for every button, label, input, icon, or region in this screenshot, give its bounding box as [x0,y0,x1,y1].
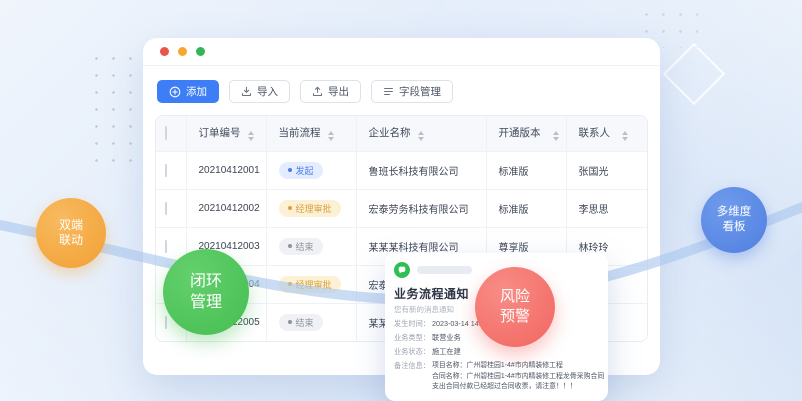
row-checkbox[interactable] [165,240,167,253]
row-checkbox[interactable] [165,164,167,177]
process-label: 结束 [296,316,314,329]
col-header-label: 企业名称 [369,127,411,139]
feature-badge-line: 双端 [59,218,83,233]
col-header-label: 当前流程 [279,127,321,139]
field-value: 施工在建 [432,347,461,357]
col-header-label: 订单编号 [199,127,241,139]
company-cell: 鲁班长科技有限公司 [356,151,486,189]
version-cell: 标准版 [486,189,566,227]
sort-icon[interactable] [622,131,628,141]
field-label: 发生时间： [394,319,432,329]
table-header-row: 订单编号 当前流程 企业名称 开通版本 联系人 [156,116,647,151]
process-label: 经理审批 [296,202,332,215]
traffic-light-minimize-icon[interactable] [178,47,187,56]
col-header-label: 联系人 [579,127,611,139]
toolbar: 添加 导入 导出 字段管理 [143,66,660,114]
remark-line: 项目名称：广州碧桂园1-4#市内精装修工程 [432,361,604,372]
field-value: 联营业务 [432,333,461,343]
select-all-checkbox[interactable] [165,126,167,140]
add-button[interactable]: 添加 [157,80,219,103]
col-header-process[interactable]: 当前流程 [266,116,356,151]
wechat-chat-icon [394,262,410,278]
feature-badge-closed-loop: 闭环 管理 [163,249,249,335]
sort-icon[interactable] [418,131,424,141]
table-row: 20210412002 经理审批 宏泰劳务科技有限公司 标准版 李思思 [156,189,647,227]
process-label: 结束 [296,240,314,253]
field-manage-button-label: 字段管理 [399,84,441,99]
feature-badge-line: 闭环 [190,271,222,292]
feature-badge-line: 管理 [190,292,222,313]
marketing-scene: 添加 导入 导出 字段管理 [0,0,802,401]
import-button-label: 导入 [257,84,278,99]
list-icon [383,86,394,97]
placeholder-bar [417,266,472,274]
col-header-order[interactable]: 订单编号 [186,116,266,151]
feature-badge-dual-link: 双端 联动 [36,198,106,268]
upload-icon [312,86,323,97]
traffic-light-zoom-icon[interactable] [196,47,205,56]
process-status-badge: 经理审批 [279,276,341,293]
process-status-badge: 结束 [279,238,323,255]
feature-badge-line: 联动 [59,233,83,248]
col-header-contact[interactable]: 联系人 [566,116,647,151]
diamond-outline-shape [663,43,725,105]
notification-field: 业务状态： 施工在建 [394,347,599,357]
import-button[interactable]: 导入 [229,80,290,103]
feature-badge-line: 看板 [723,220,746,235]
contact-cell: 张国光 [566,151,647,189]
process-label: 经理审批 [296,278,332,291]
feature-badge-risk-alert: 风险 预警 [475,267,555,347]
remark-line: 合同名称：广州碧桂园1-4#市内精装修工程龙骨采购合同 [432,372,604,383]
field-manage-button[interactable]: 字段管理 [371,80,453,103]
process-status-badge: 经理审批 [279,200,341,217]
row-checkbox[interactable] [165,202,167,215]
order-cell: 20210412002 [186,189,266,227]
add-button-label: 添加 [186,84,207,99]
company-cell: 宏泰劳务科技有限公司 [356,189,486,227]
plus-circle-icon [169,86,181,98]
sort-icon[interactable] [328,131,334,141]
window-titlebar [143,38,660,66]
order-cell: 20210412001 [186,151,266,189]
row-checkbox[interactable] [165,316,167,329]
table-row: 20210412001 发起 鲁班长科技有限公司 标准版 张国光 [156,151,647,189]
field-label: 备注信息： [394,361,432,393]
version-cell: 标准版 [486,151,566,189]
download-icon [241,86,252,97]
process-label: 发起 [296,164,314,177]
sort-icon[interactable] [553,131,559,141]
feature-badge-line: 风险 [500,287,530,307]
process-status-badge: 发起 [279,162,323,179]
process-status-badge: 结束 [279,314,323,331]
col-header-company[interactable]: 企业名称 [356,116,486,151]
col-header-label: 开通版本 [499,127,541,139]
notification-remark: 备注信息： 项目名称：广州碧桂园1-4#市内精装修工程 合同名称：广州碧桂园1-… [394,361,599,393]
feature-badge-line: 多维度 [717,205,752,220]
remark-line: 支出合同付款已经超过合同收票，请注意！！！ [432,382,604,393]
traffic-light-close-icon[interactable] [160,47,169,56]
contact-cell: 李思思 [566,189,647,227]
col-header-version[interactable]: 开通版本 [486,116,566,151]
sort-icon[interactable] [248,131,254,141]
field-label: 业务类型： [394,333,432,343]
feature-badge-line: 预警 [500,307,530,327]
export-button[interactable]: 导出 [300,80,361,103]
export-button-label: 导出 [328,84,349,99]
feature-badge-multi-board: 多维度 看板 [701,187,767,253]
field-label: 业务状态： [394,347,432,357]
